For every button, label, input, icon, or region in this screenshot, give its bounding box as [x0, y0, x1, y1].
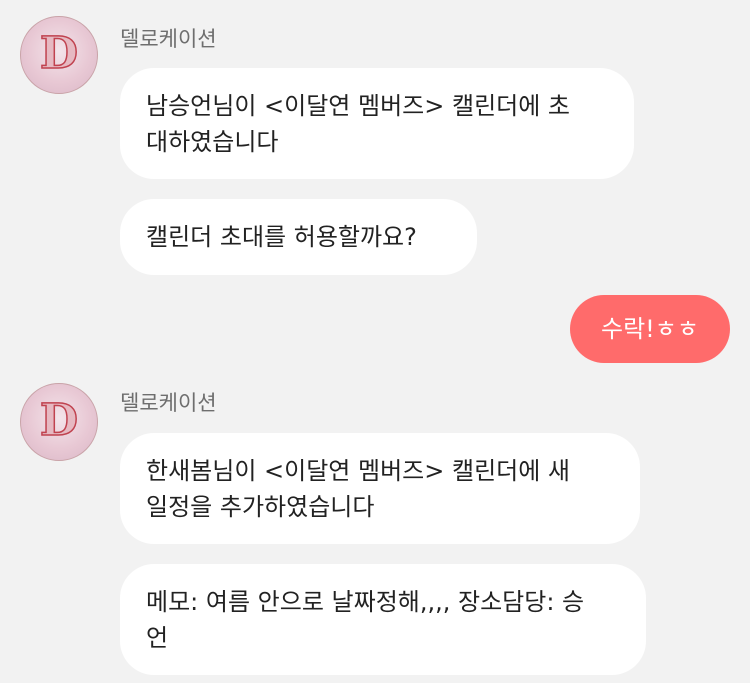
sender-avatar[interactable]: D: [20, 16, 98, 94]
message-text-line: 메모: 여름 안으로 날짜정해,,,, 장소담당: 승: [146, 588, 585, 616]
message-text-line: 캘린더 초대를 허용할까요?: [146, 223, 417, 251]
avatar-letter: D: [39, 395, 79, 446]
message-bubble[interactable]: 메모: 여름 안으로 날짜정해,,,, 장소담당: 승 언: [120, 564, 646, 675]
message-bubble[interactable]: 남승언님이 <이달연 멤버즈> 캘린더에 초 대하였습니다: [120, 68, 634, 179]
message-text-line: 일정을 추가하였습니다: [146, 493, 375, 521]
my-message-bubble[interactable]: 수락!ㅎㅎ: [570, 295, 730, 363]
my-message-text: 수락!ㅎㅎ: [601, 315, 699, 343]
sender-name: 델로케이션: [120, 391, 217, 415]
message-bubble[interactable]: 캘린더 초대를 허용할까요?: [120, 199, 477, 275]
message-bubble[interactable]: 한새봄님이 <이달연 멤버즈> 캘린더에 새 일정을 추가하였습니다: [120, 433, 640, 544]
message-text-line: 남승언님이 <이달연 멤버즈> 캘린더에 초: [146, 92, 571, 120]
avatar-letter: D: [39, 28, 79, 79]
message-text-line: 대하였습니다: [146, 128, 279, 156]
sender-name: 델로케이션: [120, 27, 217, 51]
chat-screen: D 델로케이션 남승언님이 <이달연 멤버즈> 캘린더에 초 대하였습니다 캘린…: [0, 0, 750, 683]
message-text-line: 한새봄님이 <이달연 멤버즈> 캘린더에 새: [146, 457, 571, 485]
sender-avatar[interactable]: D: [20, 383, 98, 461]
message-text-line: 언: [146, 624, 169, 652]
